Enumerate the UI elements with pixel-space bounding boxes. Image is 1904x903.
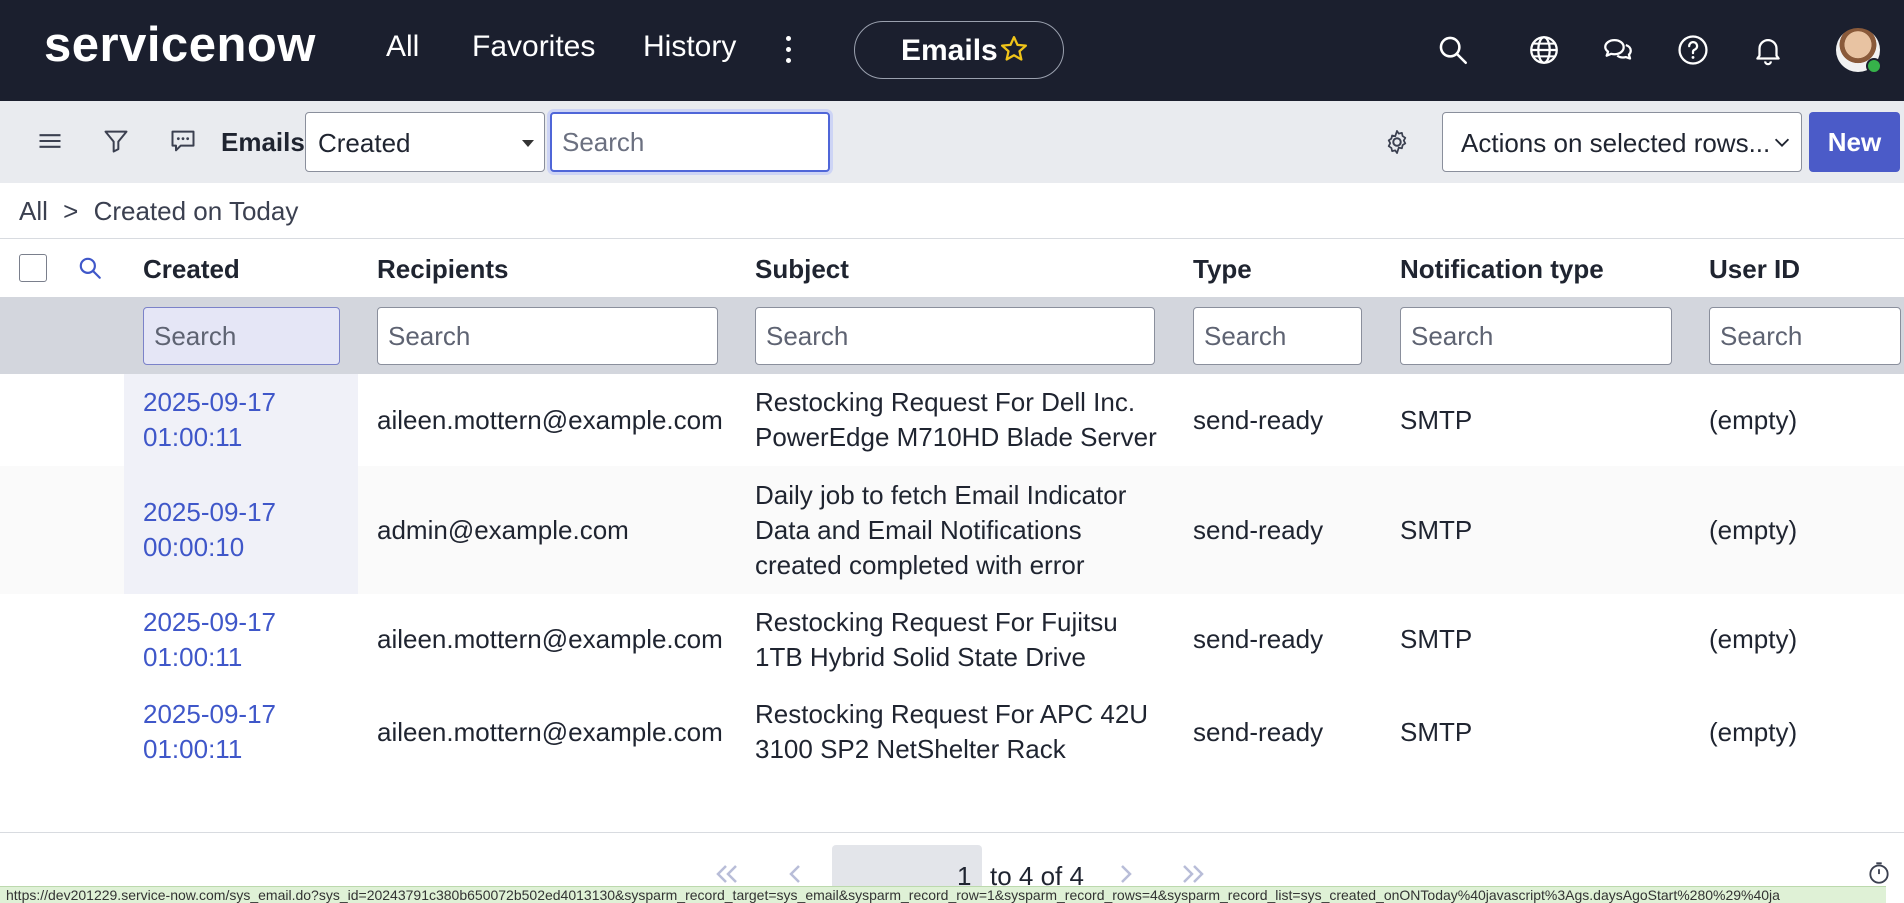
actions-select[interactable]: Actions on selected rows... xyxy=(1442,112,1802,172)
user-avatar[interactable] xyxy=(1836,28,1882,74)
globe-icon[interactable] xyxy=(1527,33,1561,67)
subject-cell: Restocking Request For Dell Inc. PowerEdg… xyxy=(755,387,1157,452)
notification-type-cell: SMTP xyxy=(1400,405,1473,435)
created-link[interactable]: 2025-09-17 01:00:11 xyxy=(143,385,276,455)
gear-icon[interactable] xyxy=(1383,128,1411,156)
column-header-notification-type[interactable]: Notification type xyxy=(1400,254,1604,285)
recipients-cell: aileen.mottern@example.com xyxy=(377,717,723,747)
breadcrumb-filter[interactable]: Created on Today xyxy=(94,196,299,226)
nav-history[interactable]: History xyxy=(643,30,736,64)
created-link[interactable]: 2025-09-17 01:00:11 xyxy=(143,605,276,675)
nav-all[interactable]: All xyxy=(386,30,419,64)
search-created-input[interactable] xyxy=(143,307,340,365)
bell-icon[interactable] xyxy=(1751,33,1785,67)
type-cell: send-ready xyxy=(1193,624,1324,654)
type-cell: send-ready xyxy=(1193,515,1324,545)
search-recipients-input[interactable] xyxy=(377,307,718,365)
created-link[interactable]: 2025-09-17 01:00:11 xyxy=(143,697,276,767)
hamburger-menu-icon[interactable] xyxy=(36,127,64,155)
recipients-cell: aileen.mottern@example.com xyxy=(377,624,723,654)
user-id-cell: (empty) xyxy=(1709,717,1798,747)
column-header-user-id[interactable]: User ID xyxy=(1709,254,1800,285)
status-bar-url: https://dev201229.service-now.com/sys_em… xyxy=(0,886,1886,903)
comment-icon[interactable] xyxy=(169,127,197,155)
filter-icon[interactable] xyxy=(102,127,130,155)
column-header-subject[interactable]: Subject xyxy=(755,254,849,285)
search-subject-input[interactable] xyxy=(755,307,1155,365)
search-type-input[interactable] xyxy=(1193,307,1362,365)
column-header-created[interactable]: Created xyxy=(143,254,240,285)
breadcrumb-separator: > xyxy=(63,196,79,226)
subject-cell: Daily job to fetch Email Indicator Data a… xyxy=(755,480,1127,580)
divider xyxy=(0,238,1904,239)
notification-type-cell: SMTP xyxy=(1400,624,1473,654)
more-menu-icon[interactable] xyxy=(786,36,791,69)
subject-cell: Restocking Request For APC 42U 3100 SP2 N… xyxy=(755,699,1149,764)
servicenow-logo[interactable]: servicenow xyxy=(44,16,316,74)
user-id-cell: (empty) xyxy=(1709,624,1798,654)
search-field-value: Created xyxy=(318,128,411,158)
notification-type-cell: SMTP xyxy=(1400,515,1473,545)
column-search-icon[interactable] xyxy=(77,255,103,286)
type-cell: send-ready xyxy=(1193,717,1324,747)
created-link[interactable]: 2025-09-17 00:00:10 xyxy=(143,495,276,565)
user-id-cell: (empty) xyxy=(1709,515,1798,545)
list-title: Emails xyxy=(221,127,305,157)
column-header-recipients[interactable]: Recipients xyxy=(377,254,509,285)
star-icon[interactable] xyxy=(999,34,1029,69)
chevron-down-icon xyxy=(1771,131,1793,158)
search-notification-type-input[interactable] xyxy=(1400,307,1672,365)
select-all-checkbox[interactable] xyxy=(19,254,47,282)
actions-select-value: Actions on selected rows... xyxy=(1461,128,1771,158)
search-user-id-input[interactable] xyxy=(1709,307,1901,365)
divider xyxy=(0,832,1904,833)
subject-cell: Restocking Request For Fujitsu 1TB Hybrid… xyxy=(755,607,1118,672)
search-field-select[interactable]: Created xyxy=(305,112,545,172)
context-pill[interactable]: Emails xyxy=(854,21,1064,79)
recipients-cell: aileen.mottern@example.com xyxy=(377,405,723,435)
breadcrumb-all[interactable]: All xyxy=(19,196,48,226)
search-icon[interactable] xyxy=(1436,33,1470,67)
column-header-type[interactable]: Type xyxy=(1193,254,1252,285)
list-search-input[interactable] xyxy=(550,112,830,172)
chat-icon[interactable] xyxy=(1601,33,1635,67)
recipients-cell: admin@example.com xyxy=(377,515,629,545)
caret-down-icon xyxy=(522,140,534,147)
new-button[interactable]: New xyxy=(1809,112,1900,172)
top-header: servicenow All Favorites History Emails xyxy=(0,0,1904,101)
context-title: Emails xyxy=(901,34,998,67)
notification-type-cell: SMTP xyxy=(1400,717,1473,747)
breadcrumb: All > Created on Today xyxy=(19,196,306,227)
user-id-cell: (empty) xyxy=(1709,405,1798,435)
nav-favorites[interactable]: Favorites xyxy=(472,30,595,64)
online-status-dot xyxy=(1866,58,1882,74)
help-icon[interactable] xyxy=(1676,33,1710,67)
type-cell: send-ready xyxy=(1193,405,1324,435)
list-toolbar: Emails Created Actions on selected rows.… xyxy=(0,101,1904,183)
